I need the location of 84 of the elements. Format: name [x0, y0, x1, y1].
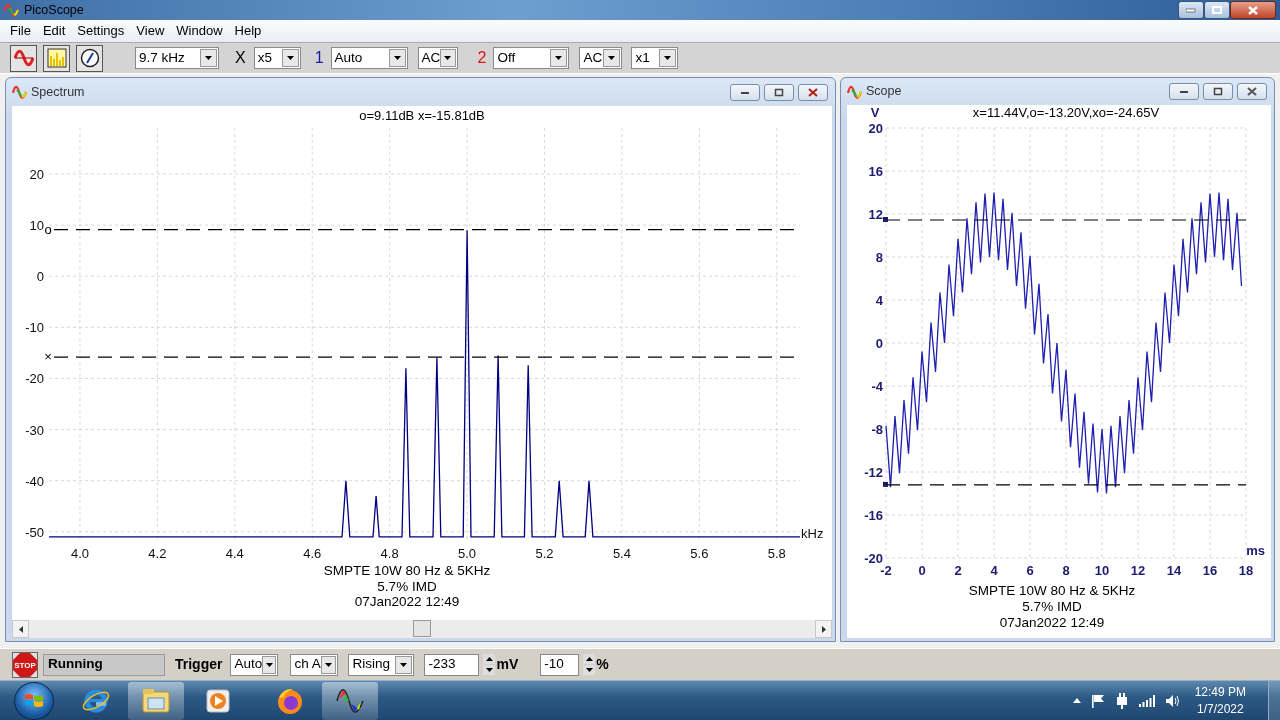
channel-label: X: [235, 48, 246, 68]
stop-button[interactable]: STOP: [12, 651, 38, 678]
axis-tick-label: 4: [875, 293, 883, 308]
axis-tick-label: 4.2: [148, 546, 167, 561]
axis-tick-label: 4.6: [303, 546, 322, 561]
axis-tick-label: 12: [868, 207, 883, 222]
cursor-label: ×: [44, 349, 52, 365]
dropdown[interactable]: ch A: [290, 653, 339, 676]
status-text: Running: [43, 653, 165, 676]
window-title: Scope: [866, 83, 902, 101]
dropdown[interactable]: Off: [493, 47, 570, 69]
number-field[interactable]: -233: [424, 653, 480, 676]
axis-tick-label: 16: [1202, 563, 1218, 578]
axis-tick-label: 5.4: [612, 546, 631, 561]
axis-tick-label: -16: [864, 508, 883, 523]
axis-tick-label: -20: [864, 551, 883, 566]
axis-tick-label: 6: [1026, 563, 1034, 578]
axis-tick-label: -20: [25, 371, 44, 387]
clock-date[interactable]: 1/7/2022: [1194, 700, 1246, 718]
axis-tick-label: -30: [25, 422, 44, 438]
chart-caption: SMPTE 10W 80 Hz & 5KHz: [968, 583, 1136, 598]
axis-tick-label: 5.0: [458, 546, 477, 561]
dropdown[interactable]: AC: [579, 47, 623, 69]
menu-item[interactable]: Help: [228, 21, 268, 41]
axis-tick-label: 14: [1166, 563, 1182, 578]
axis-unit-label: V: [870, 105, 880, 120]
menu-item[interactable]: Edit: [36, 21, 72, 41]
axis-tick-label: 0: [875, 336, 883, 351]
menu-item[interactable]: File: [4, 21, 37, 41]
axis-tick-label: 4.4: [225, 546, 244, 561]
axis-tick-label: -12: [864, 465, 883, 480]
window-title: PicoScope: [24, 1, 84, 19]
channel-label: 1: [314, 48, 324, 68]
trigger-label: Trigger: [175, 655, 223, 674]
axis-tick-label: 4: [990, 563, 998, 578]
axis-tick-label: -2: [880, 563, 892, 578]
axis-unit-label: ms: [1246, 543, 1265, 558]
axis-tick-label: -10: [25, 320, 44, 336]
window-title: Spectrum: [31, 83, 85, 101]
chart-caption: 5.7% IMD: [1022, 599, 1082, 614]
axis-tick-label: 4.8: [380, 546, 399, 561]
axis-tick-label: 18: [1238, 563, 1254, 578]
cursor-label: o: [44, 221, 52, 237]
dropdown[interactable]: Auto: [230, 653, 279, 676]
axis-tick-label: 4.0: [70, 546, 89, 561]
dropdown[interactable]: Rising: [348, 653, 415, 676]
menu-item[interactable]: View: [130, 21, 171, 41]
channel-label: 2: [477, 48, 487, 68]
unit-label: %: [596, 655, 609, 674]
axis-tick-label: 10: [29, 218, 44, 234]
axis-tick-label: 20: [29, 167, 44, 182]
chart-caption: 07Jan2022 12:49: [354, 594, 460, 609]
axis-tick-label: 5.8: [767, 546, 786, 561]
axis-tick-label: 2: [954, 563, 962, 578]
dropdown[interactable]: x1: [631, 47, 679, 69]
cursor-readout: o=9.11dB x=-15.81dB: [359, 108, 485, 123]
number-field[interactable]: -10: [540, 653, 580, 676]
axis-tick-label: 0: [918, 563, 926, 578]
dropdown[interactable]: 9.7 kHz: [135, 47, 219, 69]
dropdown[interactable]: x5: [253, 47, 301, 69]
axis-tick-label: 8: [1062, 563, 1070, 578]
chart-caption: 07Jan2022 12:49: [999, 615, 1105, 630]
menu-item[interactable]: Settings: [71, 21, 131, 41]
axis-tick-label: 8: [875, 250, 883, 265]
axis-tick-label: -50: [25, 524, 44, 540]
axis-tick-label: 0: [36, 269, 44, 285]
chart-caption: 5.7% IMD: [377, 578, 437, 594]
axis-tick-label: -4: [871, 379, 883, 394]
axis-tick-label: 5.6: [690, 546, 709, 561]
dropdown[interactable]: Auto: [330, 47, 408, 69]
axis-tick-label: 12: [1130, 563, 1146, 578]
unit-label: mV: [496, 655, 519, 674]
menu-item[interactable]: Window: [170, 21, 229, 41]
axis-unit-label: kHz: [801, 526, 824, 541]
axis-tick-label: -8: [871, 422, 883, 437]
dropdown[interactable]: AC: [417, 47, 458, 69]
axis-tick-label: 20: [868, 121, 883, 136]
axis-tick-label: 10: [1094, 563, 1110, 578]
axis-tick-label: 5.2: [535, 546, 554, 561]
cursor-readout: x=11.44V,o=-13.20V,xo=-24.65V: [972, 105, 1160, 120]
axis-tick-label: -40: [25, 473, 44, 489]
clock-time[interactable]: 12:49 PM: [1194, 683, 1246, 701]
chart-caption: SMPTE 10W 80 Hz & 5KHz: [323, 563, 491, 578]
axis-tick-label: 16: [868, 164, 883, 179]
